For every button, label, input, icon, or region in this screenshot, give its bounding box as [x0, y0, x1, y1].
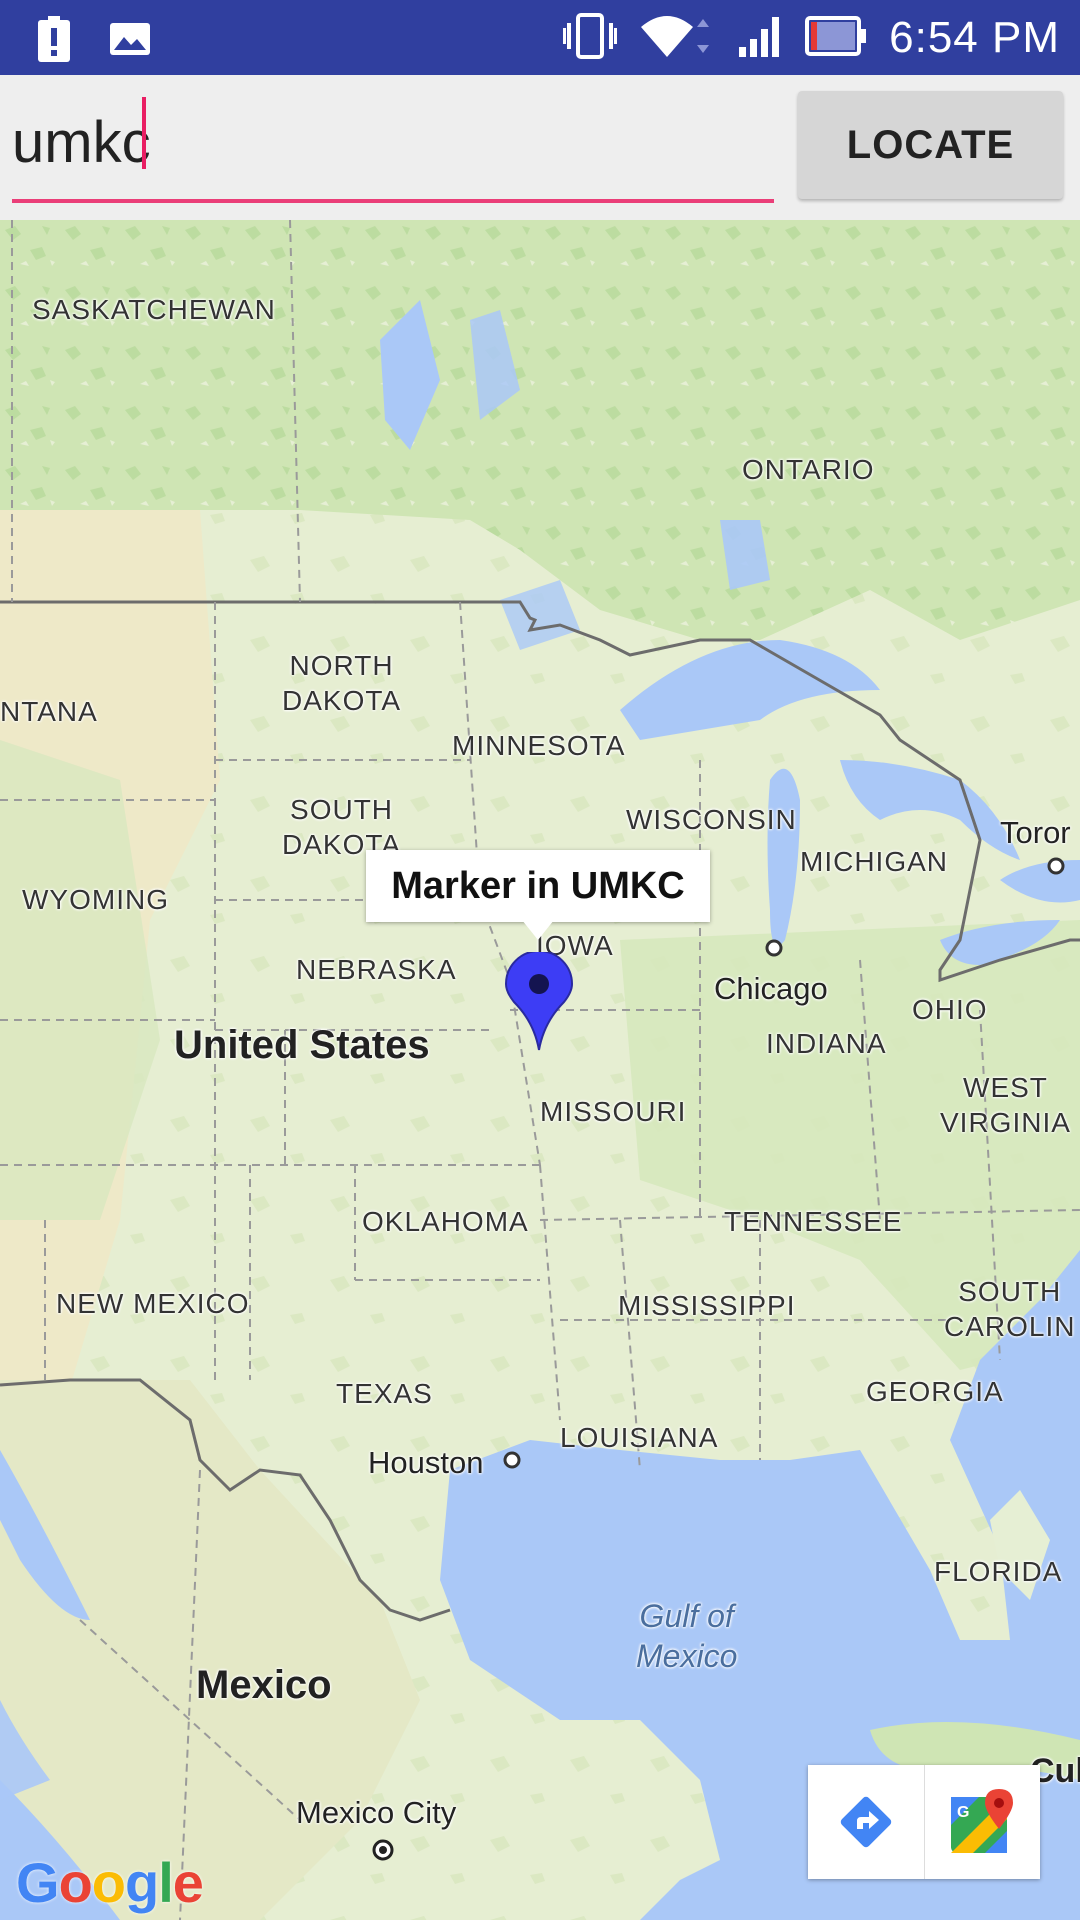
map-label-louisiana: LOUISIANA: [560, 1422, 719, 1453]
signal-icon: [737, 13, 783, 64]
map-label-nebraska: NEBRASKA: [296, 954, 457, 985]
directions-icon: [840, 1796, 891, 1848]
map-view[interactable]: SASKATCHEWAN ONTARIO NTANA NORTH DAKOTA …: [0, 220, 1080, 1920]
map-background: [0, 220, 1080, 1920]
google-maps-icon: G: [951, 1789, 1014, 1853]
search-input[interactable]: [12, 87, 772, 197]
map-label-south-carolina: SOUTH CAROLIN: [944, 1276, 1076, 1342]
input-underline: [12, 199, 774, 203]
google-logo: Google: [16, 1851, 204, 1914]
map-label-mississippi: MISSISSIPPI: [618, 1290, 796, 1321]
open-in-maps-button[interactable]: G: [923, 1765, 1041, 1879]
map-label-minnesota: MINNESOTA: [452, 730, 626, 761]
map-label-west-virginia: WEST VIRGINIA: [940, 1072, 1071, 1138]
map-label-mexico-city: Mexico City: [296, 1795, 457, 1830]
image-icon: [110, 23, 150, 60]
map-label-north-dakota: NORTH DAKOTA: [282, 650, 402, 716]
directions-button[interactable]: [808, 1765, 924, 1879]
map-label-new-mexico: NEW MEXICO: [56, 1288, 250, 1319]
map-label-toronto: Toror: [1000, 815, 1071, 850]
map-label-mexico: Mexico: [196, 1663, 332, 1707]
locate-button[interactable]: LOCATE: [798, 91, 1063, 199]
map-label-chicago: Chicago: [714, 971, 828, 1006]
map-label-saskatchewan: SASKATCHEWAN: [32, 294, 276, 325]
map-label-tennessee: TENNESSEE: [724, 1206, 903, 1237]
map-label-houston: Houston: [368, 1445, 484, 1480]
status-bar: 6:54 PM: [0, 0, 1080, 75]
marker-info-window[interactable]: Marker in UMKC: [366, 850, 710, 922]
map-label-wisconsin: WISCONSIN: [626, 804, 797, 835]
alert-icon: [38, 16, 70, 67]
map-label-michigan: MICHIGAN: [800, 846, 948, 877]
map-label-georgia: GEORGIA: [866, 1376, 1004, 1407]
info-window-tail: [522, 920, 554, 940]
map-label-ontario: ONTARIO: [742, 454, 875, 485]
map-label-texas: TEXAS: [336, 1378, 433, 1409]
map-label-montana: NTANA: [0, 696, 98, 727]
svg-text:G: G: [957, 1804, 969, 1821]
map-label-gulf-of-mexico: Gulf of Mexico: [636, 1598, 738, 1674]
map-label-indiana: INDIANA: [766, 1028, 887, 1059]
vibrate-icon: [563, 12, 618, 64]
status-time: 6:54 PM: [889, 13, 1060, 62]
wifi-icon: [639, 13, 715, 64]
map-label-florida: FLORIDA: [934, 1556, 1063, 1587]
map-label-ohio: OHIO: [912, 994, 988, 1025]
search-bar: LOCATE: [0, 75, 1080, 220]
map-marker-icon[interactable]: [504, 952, 574, 1052]
text-cursor: [142, 97, 146, 169]
map-label-oklahoma: OKLAHOMA: [362, 1206, 529, 1237]
map-toolbar: G: [808, 1765, 1040, 1879]
map-label-wyoming: WYOMING: [22, 884, 169, 915]
map-label-united-states: United States: [174, 1023, 430, 1067]
map-label-missouri: MISSOURI: [540, 1096, 687, 1127]
battery-icon: [805, 15, 867, 61]
